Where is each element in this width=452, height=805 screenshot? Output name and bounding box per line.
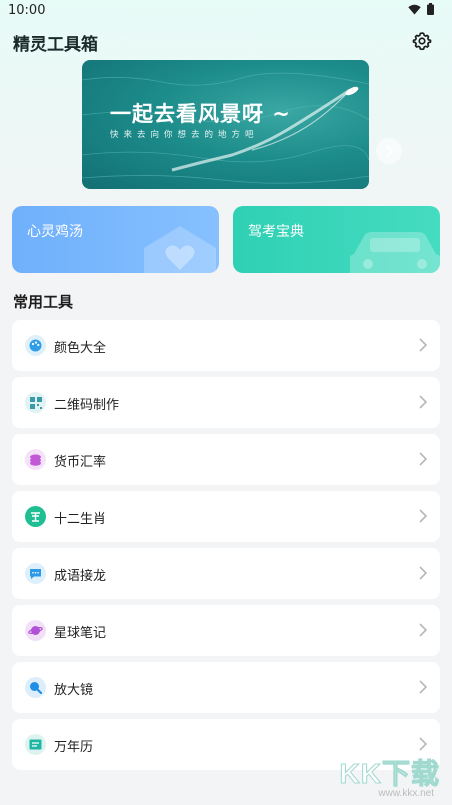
list-item-label: 颜色大全: [54, 341, 107, 356]
list-item-magnifier[interactable]: 放大镜: [12, 662, 440, 713]
house-heart-icon: [144, 226, 216, 273]
status-bar: 10:00: [0, 0, 452, 22]
watermark-brand: KK下载: [339, 758, 440, 790]
chevron-right-icon: [419, 680, 428, 694]
planet-icon: [25, 620, 46, 641]
car-icon: [350, 232, 440, 273]
list-item-label: 货币汇率: [54, 455, 107, 470]
watermark: KK下载 www.kkx.net: [324, 752, 444, 802]
card-soul-soup[interactable]: 心灵鸡汤: [12, 206, 219, 273]
chevron-right-icon: [419, 338, 428, 352]
list-item-label: 二维码制作: [54, 398, 120, 413]
list-item-currency[interactable]: 货币汇率: [12, 434, 440, 485]
list-item-idiom[interactable]: 成语接龙: [12, 548, 440, 599]
card-soul-soup-label: 心灵鸡汤: [27, 224, 83, 240]
app-bar: 精灵工具箱: [0, 24, 452, 58]
card-driving-test[interactable]: 驾考宝典: [233, 206, 440, 273]
app-title: 精灵工具箱: [13, 35, 98, 55]
list-item-label: 星球笔记: [54, 626, 107, 641]
list-item-qrcode[interactable]: 二维码制作: [12, 377, 440, 428]
status-time: 10:00: [8, 3, 46, 18]
chevron-right-icon: [419, 395, 428, 409]
qrcode-icon: [25, 392, 46, 413]
list-item-colors[interactable]: 颜色大全: [12, 320, 440, 371]
chat-icon: [25, 563, 46, 584]
banner-carousel[interactable]: 一起去看风景呀 ~ 快来去向你想去的地方吧: [82, 60, 369, 189]
palette-icon: [25, 335, 46, 356]
section-title: 常用工具: [13, 293, 74, 311]
system-icons: [408, 3, 434, 15]
wifi-icon: [408, 4, 421, 14]
gear-icon[interactable]: [412, 31, 432, 51]
watermark-url: www.kkx.net: [378, 788, 434, 799]
zodiac-icon: [25, 506, 46, 527]
coins-icon: [25, 449, 46, 470]
banner-headline: 一起去看风景呀 ~: [110, 102, 291, 126]
banner-next-button[interactable]: [376, 138, 402, 164]
chevron-right-icon: [419, 509, 428, 523]
list-item-label: 万年历: [54, 740, 94, 755]
chevron-right-icon: [419, 623, 428, 637]
calendar-icon: [25, 734, 46, 755]
list-item-zodiac[interactable]: 十二生肖: [12, 491, 440, 542]
chevron-right-icon: [419, 737, 428, 751]
battery-icon: [427, 3, 434, 15]
chevron-right-icon: [386, 145, 394, 157]
chevron-right-icon: [419, 452, 428, 466]
list-item-label: 成语接龙: [54, 569, 107, 584]
banner-subtitle: 快来去向你想去的地方吧: [110, 130, 259, 140]
list-item-label: 放大镜: [54, 683, 94, 698]
magnifier-icon: [25, 677, 46, 698]
list-item-planet[interactable]: 星球笔记: [12, 605, 440, 656]
card-driving-test-label: 驾考宝典: [248, 224, 304, 240]
chevron-right-icon: [419, 566, 428, 580]
list-item-label: 十二生肖: [54, 512, 107, 527]
